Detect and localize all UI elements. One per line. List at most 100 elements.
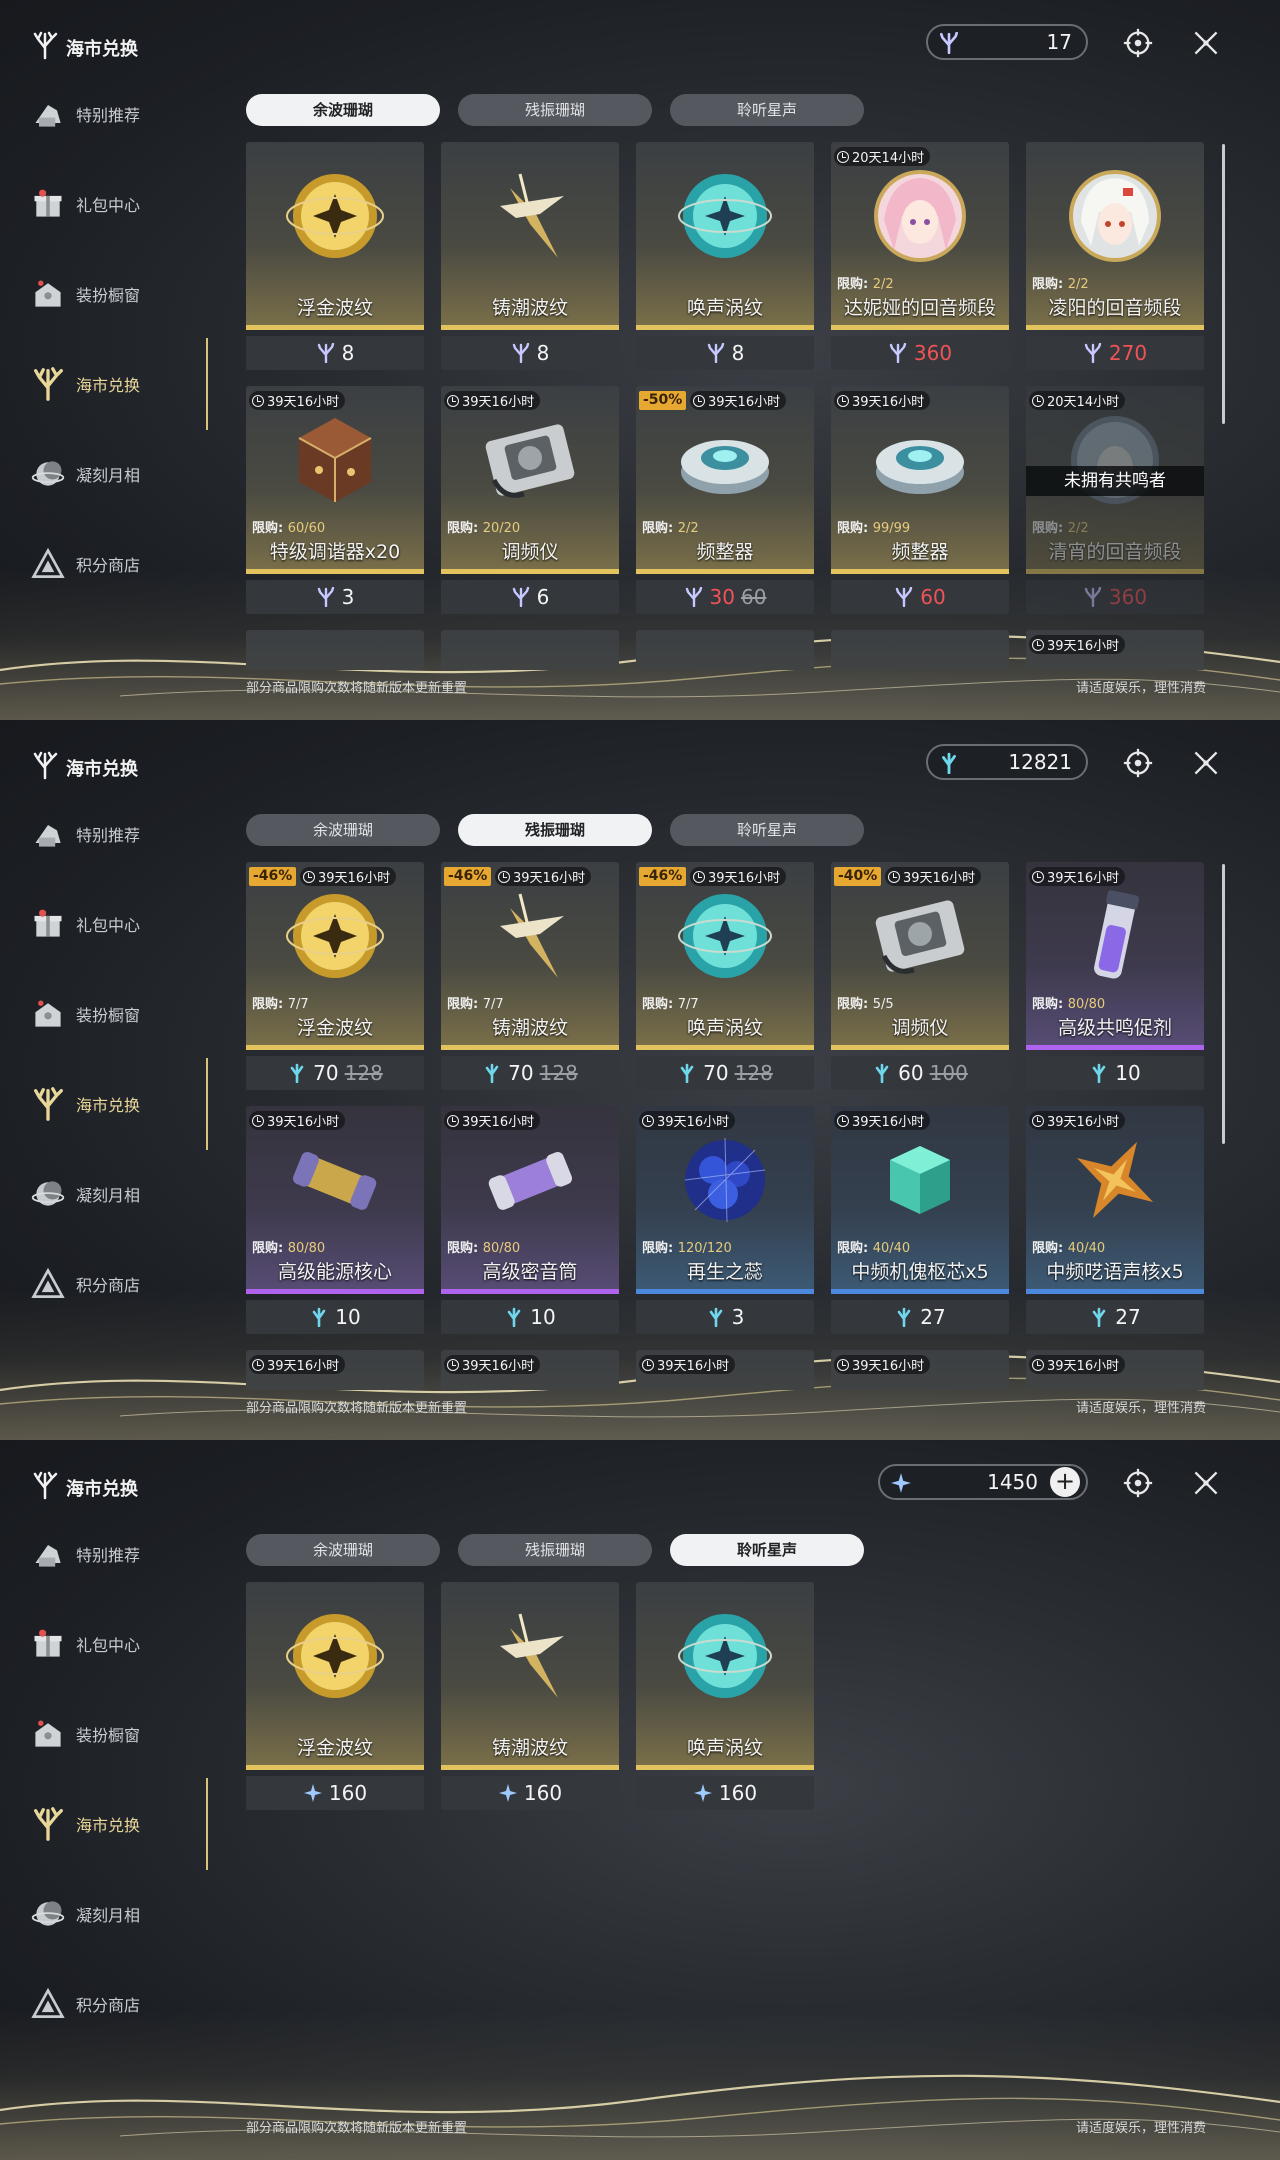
shop-item-card[interactable]: 限购: 7/7 浮金波纹 -46% 39天16小时 70 128 bbox=[246, 862, 424, 1094]
shop-item-card[interactable]: 限购: 20/20 调频仪 39天16小时 6 bbox=[441, 386, 619, 618]
close-button[interactable] bbox=[1189, 1466, 1223, 1500]
shop-item-card[interactable]: 限购: 80/80 高级能源核心 39天16小时 10 bbox=[246, 1106, 424, 1338]
price-bar: 6 bbox=[441, 580, 619, 614]
shop-item-card[interactable]: 39天16小时 bbox=[831, 1350, 1009, 1390]
target-button[interactable] bbox=[1121, 746, 1155, 780]
scrollbar[interactable] bbox=[1222, 864, 1225, 1144]
tab-2[interactable]: 聆听星声 bbox=[670, 814, 864, 846]
shop-item-card[interactable]: 限购: 5/5 调频仪 -40% 39天16小时 60 100 bbox=[831, 862, 1009, 1094]
rarity-stripe bbox=[831, 1045, 1009, 1050]
item-tile: 浮金波纹 bbox=[246, 1582, 424, 1770]
sidebar-item-label: 装扮橱窗 bbox=[76, 1726, 141, 1745]
sidebar-item-5[interactable]: 积分商店 bbox=[28, 1980, 188, 2028]
shop-item-card[interactable]: 限购: 7/7 铸潮波纹 -46% 39天16小时 70 128 bbox=[441, 862, 619, 1094]
tab-2[interactable]: 聆听星声 bbox=[670, 94, 864, 126]
sidebar-item-4[interactable]: 凝刻月相 bbox=[28, 1170, 188, 1218]
tab-1[interactable]: 残振珊瑚 bbox=[458, 1534, 652, 1566]
tab-0[interactable]: 余波珊瑚 bbox=[246, 1534, 440, 1566]
shop-item-card[interactable]: 限购: 40/40 中频呓语声核x5 39天16小时 27 bbox=[1026, 1106, 1204, 1338]
timer-text: 39天16小时 bbox=[462, 395, 535, 410]
sidebar-item-3[interactable]: 海市兑换 bbox=[28, 1080, 188, 1128]
shop-item-card[interactable]: 限购: 2/2 频整器 -50% 39天16小时 30 60 bbox=[636, 386, 814, 618]
shop-screens: 海市兑换 特别推荐 礼包中心 装扮橱窗 海市兑换 凝刻月相 积分商店 17 余波珊瑚 残振珊瑚 聆听… bbox=[0, 0, 1280, 2160]
tab-1[interactable]: 残振珊瑚 bbox=[458, 814, 652, 846]
add-currency-button[interactable]: + bbox=[1050, 1467, 1080, 1497]
sidebar-item-4[interactable]: 凝刻月相 bbox=[28, 450, 188, 498]
shop-item-card[interactable]: 浮金波纹 8 bbox=[246, 142, 424, 374]
timer-badge: 39天16小时 bbox=[639, 1355, 736, 1374]
tab-2[interactable]: 聆听星声 bbox=[670, 1534, 864, 1566]
shop-item-card[interactable]: 限购: 2/2 凌阳的回音频段 270 bbox=[1026, 142, 1204, 374]
sidebar-item-5[interactable]: 积分商店 bbox=[28, 540, 188, 588]
shop-item-card[interactable] bbox=[441, 630, 619, 670]
oscillate-coral-icon bbox=[677, 1063, 697, 1084]
shop-item-card[interactable]: 限购: 120/120 再生之蕊 39天16小时 3 bbox=[636, 1106, 814, 1338]
target-button[interactable] bbox=[1121, 26, 1155, 60]
cyan-vortex-orb-icon bbox=[675, 166, 775, 266]
shop-item-card[interactable]: 唤声涡纹 160 bbox=[636, 1582, 814, 1814]
sidebar-item-label: 礼包中心 bbox=[76, 196, 141, 215]
footer-notice: 部分商品限购次数将随新版本更新重置 bbox=[246, 681, 468, 696]
price-value: 70 bbox=[313, 1061, 339, 1085]
afterglow-coral-icon bbox=[1083, 586, 1103, 608]
sidebar-item-0[interactable]: 特别推荐 bbox=[28, 1530, 188, 1578]
timer-text: 39天16小时 bbox=[657, 1359, 730, 1374]
star-sound-icon bbox=[498, 1783, 518, 1803]
sidebar-item-label: 礼包中心 bbox=[76, 1636, 141, 1655]
limit-value: 20/20 bbox=[482, 521, 521, 536]
shop-item-card[interactable]: 限购: 2/2 达妮娅的回音频段 20天14小时 360 bbox=[831, 142, 1009, 374]
sidebar-item-1[interactable]: 礼包中心 bbox=[28, 180, 188, 228]
afterglow-coral-icon bbox=[888, 342, 908, 364]
shop-item-card[interactable]: 限购: 2/2 清宵的回音频段 20天14小时 未拥有共鸣者 360 bbox=[1026, 386, 1204, 618]
shop-item-card[interactable]: 限购: 40/40 中频机傀枢芯x5 39天16小时 27 bbox=[831, 1106, 1009, 1338]
sidebar-item-3[interactable]: 海市兑换 bbox=[28, 1800, 188, 1848]
shop-item-card[interactable]: 铸潮波纹 8 bbox=[441, 142, 619, 374]
purchase-limit: 限购: 40/40 bbox=[1032, 1237, 1105, 1256]
shop-item-card[interactable]: 39天16小时 bbox=[636, 1350, 814, 1390]
sidebar-item-1[interactable]: 礼包中心 bbox=[28, 900, 188, 948]
shop-item-card[interactable]: 限购: 80/80 高级密音筒 39天16小时 10 bbox=[441, 1106, 619, 1338]
item-name: 唤声涡纹 bbox=[686, 1737, 763, 1759]
item-name: 凌阳的回音频段 bbox=[1048, 297, 1182, 319]
shop-item-card[interactable] bbox=[636, 630, 814, 670]
limit-value: 40/40 bbox=[872, 1241, 911, 1256]
shop-item-card[interactable]: 39天16小时 bbox=[246, 1350, 424, 1390]
sidebar-item-2[interactable]: 装扮橱窗 bbox=[28, 990, 188, 1038]
sidebar-item-2[interactable]: 装扮橱窗 bbox=[28, 1710, 188, 1758]
rarity-stripe bbox=[831, 1289, 1009, 1294]
shop-item-card[interactable]: 唤声涡纹 8 bbox=[636, 142, 814, 374]
clock-icon bbox=[693, 394, 705, 407]
sidebar-item-0[interactable]: 特别推荐 bbox=[28, 810, 188, 858]
sidebar-item-0[interactable]: 特别推荐 bbox=[28, 90, 188, 138]
scrollbar[interactable] bbox=[1222, 144, 1225, 424]
close-icon bbox=[1194, 31, 1218, 55]
shop-item-card[interactable]: 浮金波纹 160 bbox=[246, 1582, 424, 1814]
timer-badge: 20天14小时 bbox=[834, 147, 931, 166]
shop-item-card[interactable]: 39天16小时 bbox=[1026, 630, 1204, 670]
shop-item-card[interactable]: 限购: 60/60 特级调谐器x20 39天16小时 3 bbox=[246, 386, 424, 618]
shop-item-card[interactable]: 限购: 99/99 频整器 39天16小时 60 bbox=[831, 386, 1009, 618]
shop-item-card[interactable]: 39天16小时 bbox=[441, 1350, 619, 1390]
shop-item-card[interactable]: 铸潮波纹 160 bbox=[441, 1582, 619, 1814]
tab-0[interactable]: 余波珊瑚 bbox=[246, 814, 440, 846]
sidebar-item-3[interactable]: 海市兑换 bbox=[28, 360, 188, 408]
shop-item-card[interactable] bbox=[246, 630, 424, 670]
shop-item-card[interactable]: 限购: 80/80 高级共鸣促剂 39天16小时 10 bbox=[1026, 862, 1204, 1094]
clock-icon bbox=[1032, 1358, 1044, 1371]
close-button[interactable] bbox=[1189, 26, 1223, 60]
sidebar-item-5[interactable]: 积分商店 bbox=[28, 1260, 188, 1308]
sidebar-item-4[interactable]: 凝刻月相 bbox=[28, 1890, 188, 1938]
timer-badge: 39天16小时 bbox=[300, 867, 397, 886]
shop-item-card[interactable] bbox=[831, 630, 1009, 670]
shop-item-card[interactable]: 限购: 7/7 唤声涡纹 -46% 39天16小时 70 128 bbox=[636, 862, 814, 1094]
tab-1[interactable]: 残振珊瑚 bbox=[458, 94, 652, 126]
limit-label: 限购: bbox=[1032, 997, 1064, 1012]
shop-item-card[interactable]: 39天16小时 bbox=[1026, 1350, 1204, 1390]
limit-value: 99/99 bbox=[872, 521, 911, 536]
sidebar-item-1[interactable]: 礼包中心 bbox=[28, 1620, 188, 1668]
featured-icon bbox=[28, 1534, 68, 1574]
close-button[interactable] bbox=[1189, 746, 1223, 780]
target-button[interactable] bbox=[1121, 1466, 1155, 1500]
sidebar-item-2[interactable]: 装扮橱窗 bbox=[28, 270, 188, 318]
tab-0[interactable]: 余波珊瑚 bbox=[246, 94, 440, 126]
